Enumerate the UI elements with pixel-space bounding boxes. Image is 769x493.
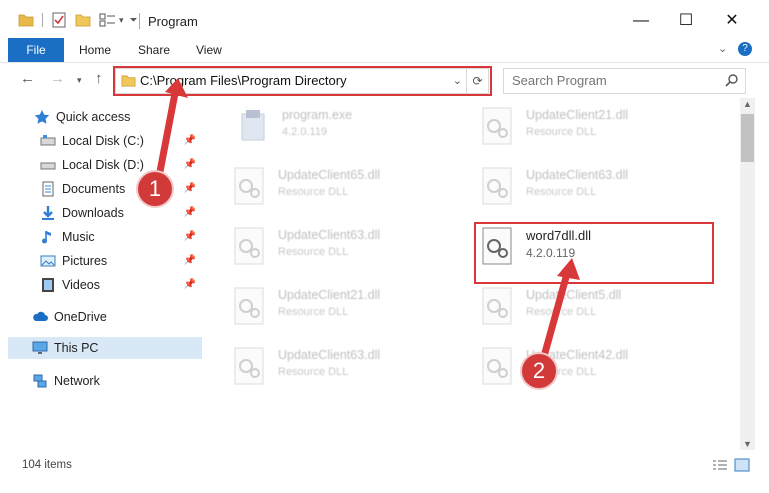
step-badge-1: 1 bbox=[138, 172, 172, 206]
arrow-head-2 bbox=[557, 258, 580, 280]
annotation-arrows bbox=[154, 78, 580, 364]
arrow-to-address-bar bbox=[154, 84, 180, 186]
step-badge-2: 2 bbox=[522, 354, 556, 388]
arrow-head-1 bbox=[165, 78, 188, 98]
arrow-to-file bbox=[539, 266, 572, 364]
